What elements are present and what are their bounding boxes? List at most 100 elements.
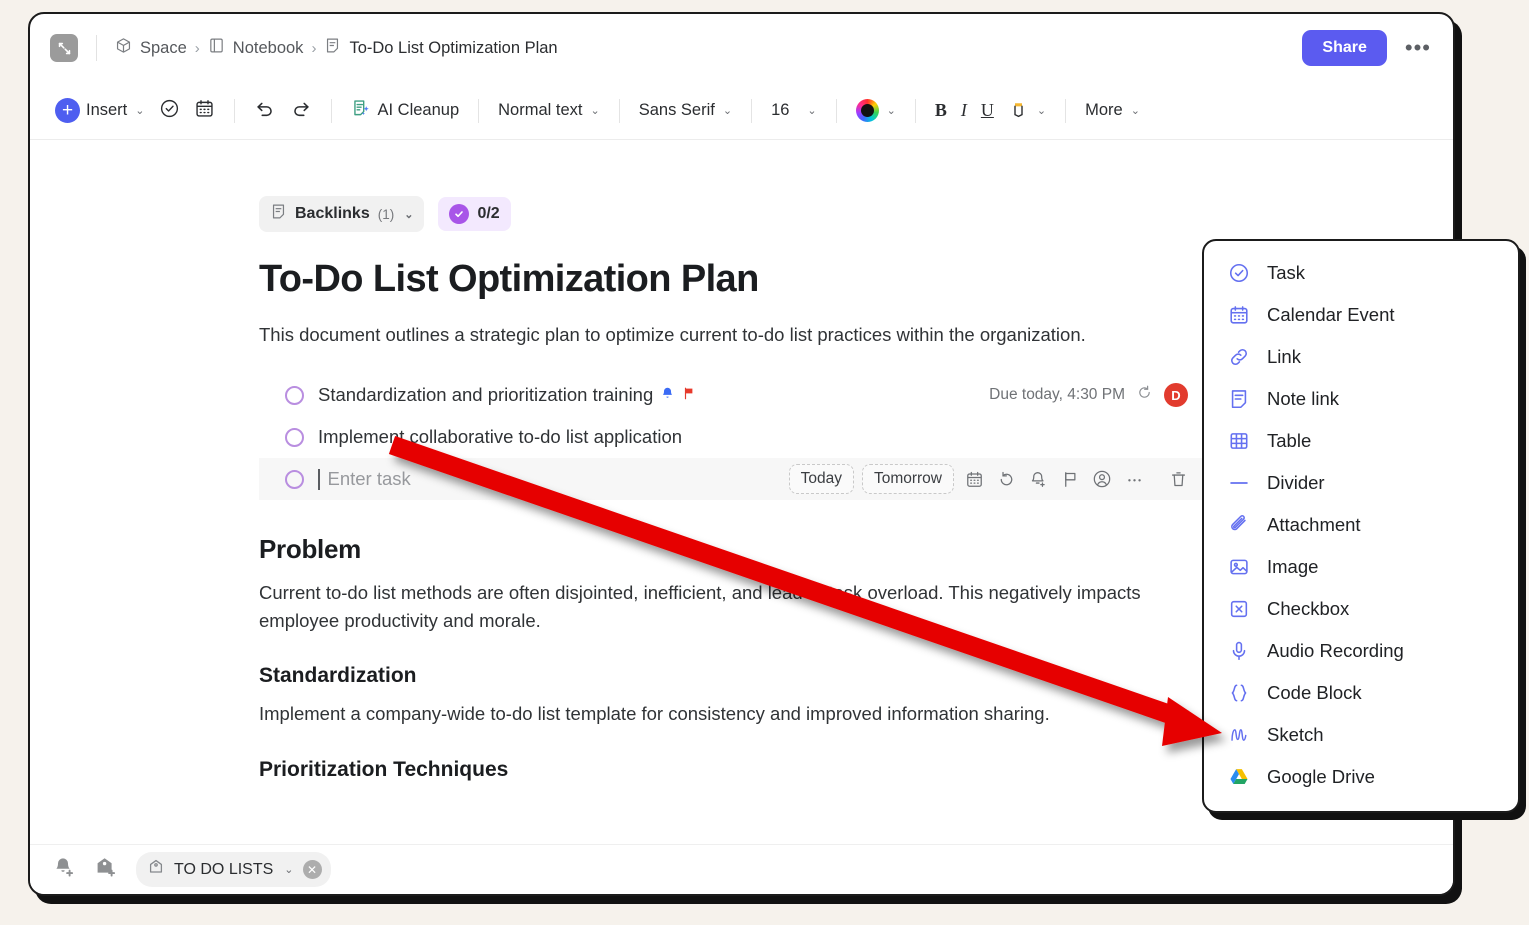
chevron-down-icon: ⌄ xyxy=(404,208,414,221)
redo-button[interactable] xyxy=(283,92,319,129)
menu-item-label: Audio Recording xyxy=(1267,640,1404,661)
menu-item-label: Table xyxy=(1267,430,1312,451)
backlinks-count: (1) xyxy=(377,206,395,222)
menu-item-image[interactable]: Image xyxy=(1204,546,1518,588)
menu-item-sketch[interactable]: Sketch xyxy=(1204,714,1518,756)
checkbox-icon xyxy=(1228,598,1250,620)
menu-item-note-link[interactable]: Note link xyxy=(1204,378,1518,420)
paragraph-style-dropdown[interactable]: Normal text ⌄ xyxy=(491,96,607,125)
insert-dropdown-menu: Task Calendar Event Link Note link Table… xyxy=(1202,239,1520,813)
backlinks-chip[interactable]: Backlinks (1) ⌄ xyxy=(259,196,425,232)
undo-icon xyxy=(254,97,276,124)
task-due-date[interactable]: Due today, 4:30 PM xyxy=(989,386,1125,404)
backlinks-label: Backlinks xyxy=(295,205,370,222)
breadcrumb-item-space[interactable]: Space xyxy=(115,37,187,59)
chevron-down-icon: ⌄ xyxy=(807,105,817,117)
paragraph-style-label: Normal text xyxy=(498,101,583,119)
new-task-placeholder: Enter task xyxy=(327,468,411,490)
editor-toolbar: + Insert ⌄ AI Cleanup Normal text ⌄ Sans… xyxy=(30,82,1453,140)
task-row[interactable]: Implement collaborative to-do list appli… xyxy=(259,416,1210,458)
menu-item-audio-recording[interactable]: Audio Recording xyxy=(1204,630,1518,672)
more-icon[interactable] xyxy=(1122,470,1146,489)
task-checkbox[interactable] xyxy=(285,427,304,447)
more-formatting-button[interactable]: More ⌄ xyxy=(1078,96,1147,125)
avatar[interactable]: D xyxy=(1164,383,1188,408)
toolbar-divider-1 xyxy=(233,98,235,123)
new-task-input[interactable]: Enter task xyxy=(318,468,411,490)
redo-icon xyxy=(290,97,312,124)
reminder-icon[interactable] xyxy=(1026,470,1050,489)
repeat-icon[interactable] xyxy=(994,470,1018,489)
breadcrumb-label-notebook: Notebook xyxy=(232,38,304,57)
font-size-dropdown[interactable]: 16 ⌄ xyxy=(764,96,824,125)
repeat-icon[interactable] xyxy=(1136,384,1153,406)
link-icon xyxy=(1228,346,1250,368)
breadcrumb-separator: › xyxy=(194,39,200,57)
new-task-row[interactable]: Enter task Today Tomorrow xyxy=(259,458,1210,501)
task-checkbox[interactable] xyxy=(285,385,304,405)
add-tag-icon[interactable] xyxy=(94,855,118,884)
quick-date-tomorrow[interactable]: Tomorrow xyxy=(861,464,954,495)
insert-task-button[interactable] xyxy=(152,93,187,129)
italic-button[interactable]: I xyxy=(954,95,974,126)
remove-tag-icon[interactable]: ✕ xyxy=(302,860,322,879)
chevron-down-icon: ⌄ xyxy=(1130,105,1140,117)
underline-button[interactable]: U xyxy=(974,95,1001,126)
flag-icon[interactable] xyxy=(1058,470,1082,489)
insert-button[interactable]: + Insert ⌄ xyxy=(48,93,152,128)
menu-item-calendar-event[interactable]: Calendar Event xyxy=(1204,294,1518,336)
highlight-button[interactable]: ⌄ xyxy=(1001,93,1053,129)
toolbar-divider-2 xyxy=(330,98,332,123)
collapse-arrows-icon[interactable] xyxy=(50,34,78,62)
task-text: Implement collaborative to-do list appli… xyxy=(318,426,682,448)
font-family-dropdown[interactable]: Sans Serif ⌄ xyxy=(632,96,739,125)
task-progress-chip[interactable]: 0/2 xyxy=(438,197,511,231)
quick-date-today[interactable]: Today xyxy=(788,464,854,495)
header-more-icon[interactable]: ••• xyxy=(1401,37,1435,59)
menu-item-checkbox[interactable]: Checkbox xyxy=(1204,588,1518,630)
add-reminder-icon[interactable] xyxy=(52,855,76,884)
menu-item-task[interactable]: Task xyxy=(1204,252,1518,294)
note-icon xyxy=(1228,388,1250,410)
menu-item-table[interactable]: Table xyxy=(1204,420,1518,462)
breadcrumb-separator-2: › xyxy=(311,39,317,57)
insert-calendar-button[interactable] xyxy=(187,93,222,129)
document-chips: Backlinks (1) ⌄ 0/2 xyxy=(259,196,1210,232)
undo-button[interactable] xyxy=(247,92,283,129)
google-drive-icon xyxy=(1228,766,1250,788)
chevron-down-icon[interactable]: ⌄ xyxy=(284,863,293,876)
font-size-label: 16 xyxy=(771,101,790,119)
tag-chip[interactable]: TO DO LISTS ⌄ ✕ xyxy=(136,852,331,887)
document-content: Backlinks (1) ⌄ 0/2 To-Do List Optimizat xyxy=(30,140,1210,782)
menu-item-code-block[interactable]: Code Block xyxy=(1204,672,1518,714)
share-button[interactable]: Share xyxy=(1302,30,1387,66)
tag-icon xyxy=(147,858,165,881)
bold-button[interactable]: B xyxy=(928,95,954,126)
divider-icon xyxy=(1228,472,1250,494)
task-row[interactable]: Standardization and prioritization train… xyxy=(259,374,1210,416)
header-actions: Share ••• xyxy=(1302,30,1435,66)
breadcrumb-item-notebook[interactable]: Notebook xyxy=(208,37,304,59)
breadcrumb: Space › Notebook › To-Do List Optimizati… xyxy=(115,37,558,59)
new-task-toolbar: Today Tomorrow xyxy=(788,464,1210,495)
text-color-button[interactable]: ⌄ xyxy=(849,94,903,127)
toolbar-divider-3 xyxy=(478,98,480,123)
ai-cleanup-label: AI Cleanup xyxy=(377,101,460,119)
chevron-down-icon: ⌄ xyxy=(886,105,896,117)
task-checkbox[interactable] xyxy=(285,469,304,489)
text-cursor xyxy=(318,468,320,490)
breadcrumb-item-note[interactable]: To-Do List Optimization Plan xyxy=(324,37,558,59)
image-icon xyxy=(1228,556,1250,578)
document-intro: This document outlines a strategic plan … xyxy=(259,324,1086,345)
menu-item-link[interactable]: Link xyxy=(1204,336,1518,378)
menu-item-google-drive[interactable]: Google Drive xyxy=(1204,756,1518,798)
assignee-icon[interactable] xyxy=(1090,469,1114,489)
header-divider xyxy=(96,35,97,61)
calendar-icon[interactable] xyxy=(962,470,986,489)
ai-cleanup-button[interactable]: AI Cleanup xyxy=(344,93,467,129)
menu-item-divider[interactable]: Divider xyxy=(1204,462,1518,504)
menu-item-attachment[interactable]: Attachment xyxy=(1204,504,1518,546)
check-circle-icon xyxy=(1228,262,1250,284)
chevron-down-icon: ⌄ xyxy=(590,105,600,117)
delete-icon[interactable] xyxy=(1166,470,1190,489)
